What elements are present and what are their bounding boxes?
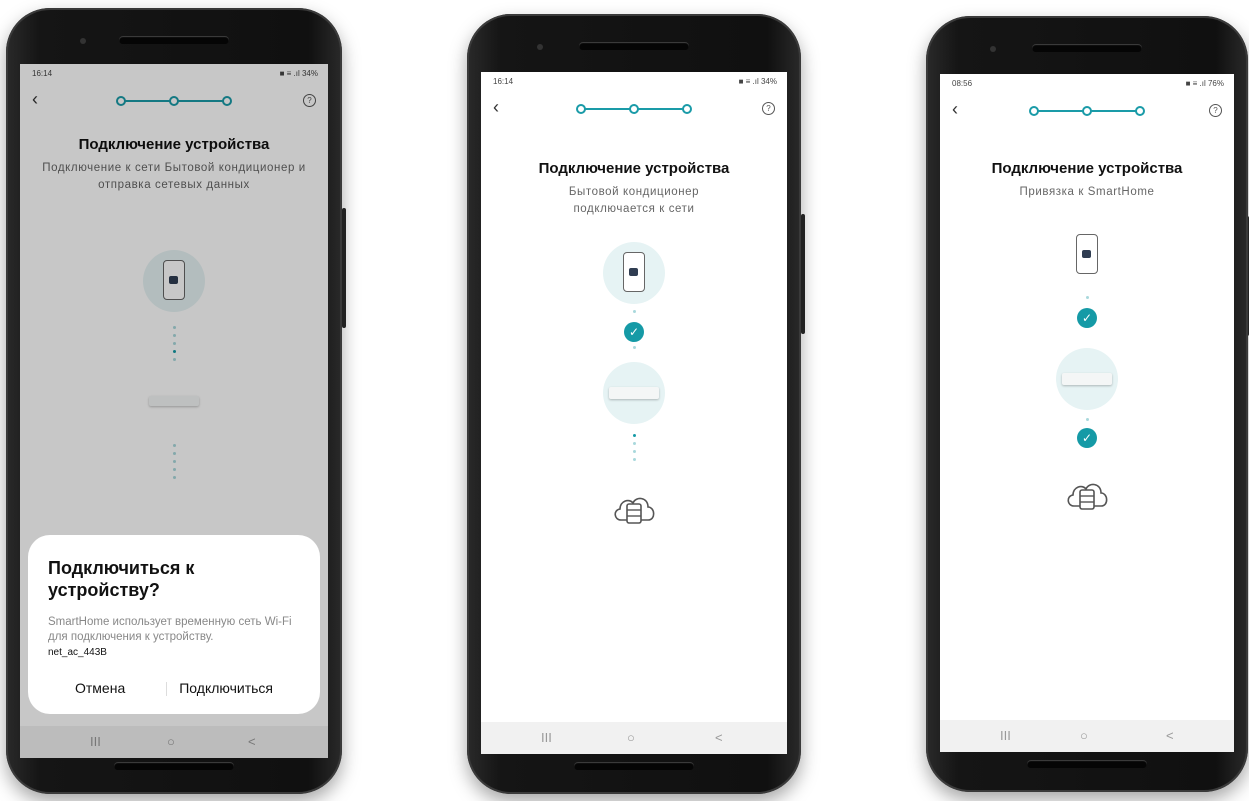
nav-back-button[interactable]: < xyxy=(715,730,723,745)
stepper-dot xyxy=(1135,106,1145,116)
stepper-dot xyxy=(682,104,692,114)
progress-dots xyxy=(1085,296,1089,304)
button-divider xyxy=(166,682,168,696)
status-icons: ■ ≡ .ıl 34% xyxy=(738,77,777,86)
system-nav-bar: III ○ < xyxy=(481,722,787,754)
stepper-dot xyxy=(1082,106,1092,116)
screen-2: 16:14 ■ ≡ .ıl 34% ‹ ? Подключение устрой… xyxy=(481,72,787,754)
front-camera xyxy=(990,46,996,52)
earpiece-speaker xyxy=(119,36,229,44)
dialog-title: Подключиться к устройству? xyxy=(48,558,195,600)
smartphone-icon xyxy=(623,252,645,292)
progress-dots xyxy=(632,434,636,466)
nav-back-button[interactable]: < xyxy=(1166,728,1174,743)
phone-frame-1: 16:14 ■ ≡ .ıl 34% ‹ ? Подключение устрой… xyxy=(6,8,346,794)
progress-dots xyxy=(1085,418,1089,426)
dialog-body: SmartHome использует временную сеть Wi-F… xyxy=(48,616,292,643)
smartphone-icon xyxy=(1076,234,1098,274)
screen-3: 08:56 ■ ≡ .ıl 76% ‹ ? Подключение устрой… xyxy=(940,74,1234,752)
air-conditioner-icon xyxy=(609,387,659,399)
check-icon: ✓ xyxy=(1077,308,1097,328)
status-icons: ■ ≡ .ıl 76% xyxy=(1185,79,1224,88)
status-bar: 08:56 ■ ≡ .ıl 76% xyxy=(940,74,1234,92)
nav-home-button[interactable]: ○ xyxy=(627,730,635,745)
screen-1: 16:14 ■ ≡ .ıl 34% ‹ ? Подключение устрой… xyxy=(20,64,328,758)
air-conditioner-icon xyxy=(1062,373,1112,385)
nav-recent-button[interactable]: III xyxy=(1000,728,1011,743)
progress-stepper xyxy=(1029,106,1145,116)
help-icon[interactable]: ? xyxy=(1209,104,1222,117)
progress-dots xyxy=(632,310,636,318)
stepper-dot xyxy=(1029,106,1039,116)
system-nav-bar: III ○ < xyxy=(940,720,1234,752)
page-subtitle: Бытовой кондиционер подключается к сети xyxy=(568,186,700,215)
phone-frame-2: 16:14 ■ ≡ .ıl 34% ‹ ? Подключение устрой… xyxy=(467,14,805,794)
stepper-dot xyxy=(576,104,586,114)
earpiece-speaker xyxy=(579,42,689,50)
page-title: Подключение устройства xyxy=(538,160,730,177)
bottom-speaker xyxy=(114,762,234,770)
progress-dots xyxy=(632,346,636,354)
page-subtitle: Привязка к SmartHome xyxy=(1019,186,1155,198)
check-icon: ✓ xyxy=(624,322,644,342)
connect-button[interactable]: Подключиться xyxy=(179,680,273,696)
check-icon: ✓ xyxy=(1077,428,1097,448)
status-time: 16:14 xyxy=(493,77,514,86)
bottom-speaker xyxy=(1027,760,1147,768)
front-camera xyxy=(80,38,86,44)
help-icon[interactable]: ? xyxy=(762,102,775,115)
connect-dialog: Подключиться к устройству? SmartHome исп… xyxy=(28,535,320,714)
progress-stepper xyxy=(576,104,692,114)
dialog-network-name: net_ac_443B xyxy=(48,647,107,658)
bottom-speaker xyxy=(574,762,694,770)
page-title: Подключение устройства xyxy=(991,160,1183,177)
status-time: 08:56 xyxy=(952,79,973,88)
status-bar: 16:14 ■ ≡ .ıl 34% xyxy=(481,72,787,90)
cancel-button[interactable]: Отмена xyxy=(75,680,125,696)
stepper-dot xyxy=(629,104,639,114)
back-chevron-icon[interactable]: ‹ xyxy=(952,100,958,118)
nav-home-button[interactable]: ○ xyxy=(1080,728,1088,743)
nav-recent-button[interactable]: III xyxy=(541,730,552,745)
cloud-server-icon xyxy=(1067,483,1108,510)
cloud-server-icon xyxy=(614,497,655,524)
front-camera xyxy=(537,44,543,50)
earpiece-speaker xyxy=(1032,44,1142,52)
phone-frame-3: 08:56 ■ ≡ .ıl 76% ‹ ? Подключение устрой… xyxy=(926,16,1249,792)
back-chevron-icon[interactable]: ‹ xyxy=(493,98,499,116)
